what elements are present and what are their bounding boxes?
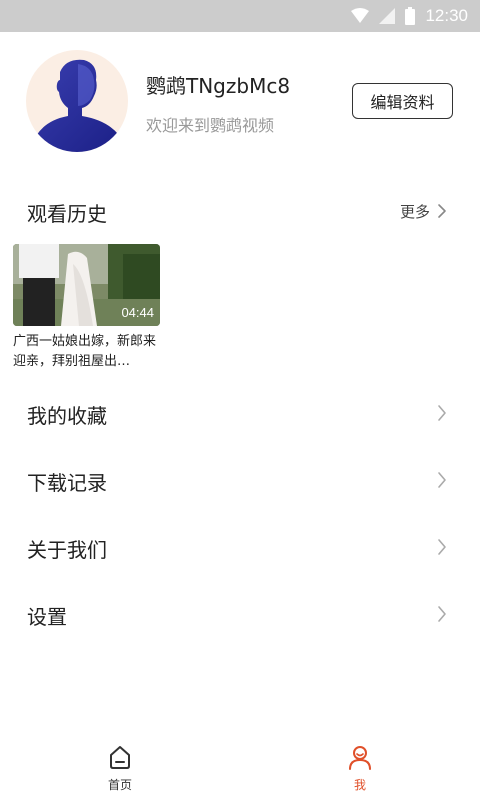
tab-label: 首页 [107,778,132,792]
profile-header: 鹦鹉TNgzbMc8 欢迎来到鹦鹉视频 编辑资料 [0,32,480,170]
status-bar: 12:30 [0,0,480,32]
menu-item-label: 下载记录 [27,471,107,495]
menu-item-label: 关于我们 [27,538,107,562]
menu-item-label: 设置 [27,605,67,629]
battery-icon [405,7,416,25]
wifi-icon [351,8,370,23]
edit-profile-button[interactable]: 编辑资料 [352,83,453,119]
tab-home[interactable]: 首页 [80,744,160,800]
menu-item-favorites[interactable]: 我的收藏 [0,380,480,447]
tab-label: 我 [353,778,366,792]
history-title: 观看历史 [27,202,107,226]
history-video-card[interactable]: 04:44 广西一姑娘出嫁，新郎来迎亲，拜别祖屋出… [13,244,160,372]
user-icon [349,746,371,770]
status-time: 12:30 [425,6,468,25]
welcome-text: 欢迎来到鹦鹉视频 [146,116,275,135]
avatar-silhouette-icon [30,59,124,152]
status-icons: 12:30 [351,0,468,32]
chevron-right-icon[interactable] [435,201,449,221]
tab-me[interactable]: 我 [320,744,400,800]
more-label: 更多 [399,203,430,221]
signal-icon [379,8,396,24]
chevron-right-icon [438,606,446,622]
menu-item-downloads[interactable]: 下载记录 [0,447,480,514]
menu-item-label: 我的收藏 [27,404,107,428]
menu-item-about[interactable]: 关于我们 [0,514,480,581]
nickname: 鹦鹉TNgzbMc8 [146,74,291,98]
video-duration: 04:44 [121,305,154,320]
avatar[interactable] [26,50,128,152]
video-title: 广西一姑娘出嫁，新郎来迎亲，拜别祖屋出… [13,334,157,369]
chevron-right-icon [438,472,446,488]
menu-item-settings[interactable]: 设置 [0,581,480,648]
video-thumbnail[interactable]: 04:44 [13,244,160,326]
menu-list: 我的收藏 下载记录 关于我们 设置 [0,380,480,648]
bottom-tab-bar: 首页 我 [0,738,480,800]
chevron-right-icon [438,539,446,555]
history-header: 观看历史 更多 [0,186,480,236]
home-icon [110,746,130,769]
chevron-right-icon [438,405,446,421]
